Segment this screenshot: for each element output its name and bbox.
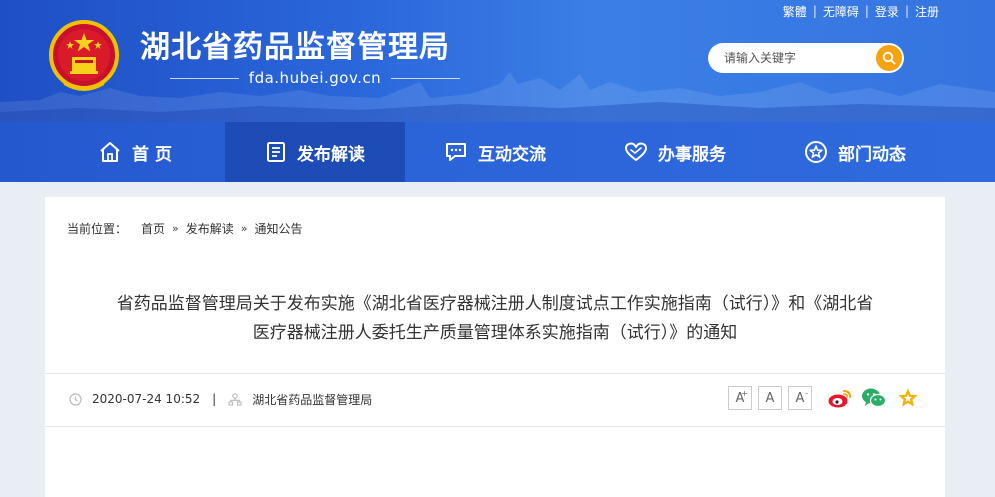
- divider: [45, 426, 945, 427]
- clock-icon: [69, 392, 82, 406]
- article-title-line: 省药品监督管理局关于发布实施《湖北省医疗器械注册人制度试点工作实施指南（试行）》…: [116, 294, 874, 314]
- top-links: 繁體 | 无障碍 | 登录 | 注册: [783, 2, 939, 20]
- divider: |: [812, 4, 817, 18]
- home-icon: [100, 142, 120, 162]
- divider: [391, 77, 460, 79]
- article-title: 省药品监督管理局关于发布实施《湖北省医疗器械注册人制度试点工作实施指南（试行）》…: [85, 290, 905, 348]
- accessibility-link[interactable]: 无障碍: [823, 3, 859, 20]
- share-weibo-button[interactable]: [827, 385, 853, 411]
- publish-date: 2020-07-24 10:52: [92, 392, 201, 406]
- article-meta: 2020-07-24 10:52 | 湖北省药品监督管理局: [69, 390, 372, 408]
- nav-item-publish-interpretation[interactable]: 发布解读: [225, 122, 405, 182]
- divider: [45, 373, 945, 374]
- nav-item-label: 部门动态: [838, 144, 906, 165]
- minus-icon: -: [805, 389, 808, 398]
- weibo-icon: [828, 390, 851, 408]
- document-icon: [267, 142, 285, 162]
- search-box: [708, 43, 904, 73]
- breadcrumb-notices[interactable]: 通知公告: [255, 220, 303, 237]
- wechat-icon: [862, 388, 887, 408]
- share-bar: [827, 385, 929, 411]
- nav-item-services[interactable]: 办事服务: [585, 122, 765, 182]
- divider: [170, 77, 239, 79]
- font-size-decrease-button[interactable]: A-: [788, 386, 812, 410]
- login-link[interactable]: 登录: [875, 3, 899, 20]
- breadcrumb-home[interactable]: 首页: [141, 220, 165, 237]
- register-link[interactable]: 注册: [915, 3, 939, 20]
- traditional-chinese-link[interactable]: 繁體: [783, 3, 807, 20]
- national-emblem-logo: [49, 20, 119, 91]
- font-size-label: A: [765, 390, 775, 406]
- star-circle-icon: [805, 141, 827, 163]
- nav-item-label: 首 页: [132, 144, 172, 165]
- favorite-star-icon: [898, 388, 918, 407]
- nav-item-department-news[interactable]: 部门动态: [765, 122, 945, 182]
- site-domain: fda.hubei.gov.cn: [170, 68, 460, 88]
- divider: |: [904, 4, 909, 18]
- search-icon: [882, 51, 896, 65]
- search-button[interactable]: [876, 45, 902, 71]
- font-size-label: A: [795, 390, 805, 406]
- organization-icon: [228, 392, 242, 406]
- font-size-increase-button[interactable]: A +: [728, 386, 752, 410]
- main-nav: 首 页 发布解读 互动交流 办事服务 部门动态: [0, 122, 995, 182]
- plus-icon: +: [741, 389, 748, 398]
- article-source: 湖北省药品监督管理局: [252, 392, 373, 407]
- site-header: 繁體 | 无障碍 | 登录 | 注册 湖北省药品监督管理局 fda.hubei.…: [0, 0, 995, 122]
- article-panel: 当前位置： 首页 » 发布解读 » 通知公告 省药品监督管理局关于发布实施《湖北…: [45, 197, 945, 497]
- article-title-line: 医疗器械注册人委托生产质量管理体系实施指南（试行）》的通知: [252, 323, 738, 343]
- font-size-controls: A + A A-: [728, 386, 818, 410]
- divider: |: [864, 4, 869, 18]
- nav-item-label: 办事服务: [658, 144, 726, 165]
- heart-icon: [625, 142, 647, 161]
- chat-icon: [446, 143, 466, 161]
- search-input[interactable]: [724, 51, 874, 65]
- nav-item-interaction[interactable]: 互动交流: [405, 122, 585, 182]
- breadcrumb-separator: »: [240, 222, 248, 235]
- breadcrumb-publish-interpretation[interactable]: 发布解读: [186, 220, 234, 237]
- nav-item-label: 发布解读: [297, 144, 365, 165]
- share-wechat-button[interactable]: [861, 385, 887, 411]
- meta-separator: |: [212, 392, 217, 406]
- breadcrumb: 当前位置： 首页 » 发布解读 » 通知公告: [67, 220, 303, 237]
- site-title[interactable]: 湖北省药品监督管理局: [140, 22, 450, 66]
- site-domain-text: fda.hubei.gov.cn: [248, 69, 382, 87]
- breadcrumb-separator: »: [172, 222, 179, 235]
- nav-item-label: 互动交流: [478, 144, 546, 165]
- font-size-reset-button[interactable]: A: [758, 386, 782, 410]
- nav-item-home[interactable]: 首 页: [45, 122, 225, 182]
- favorite-button[interactable]: [895, 385, 921, 411]
- breadcrumb-label: 当前位置：: [67, 222, 128, 236]
